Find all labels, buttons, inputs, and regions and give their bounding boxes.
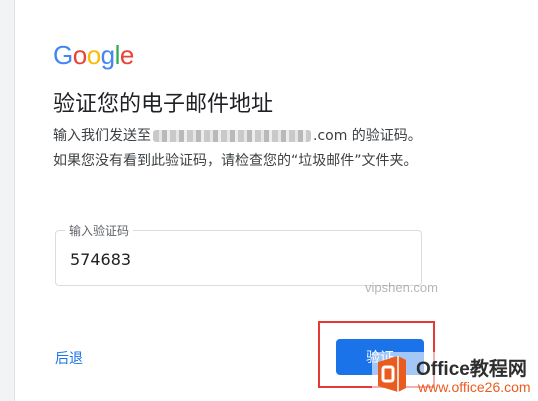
page-description: 输入我们发送至 .com 的验证码。如果您没有看到此验证码，请检查您的“垃圾邮件”… — [53, 124, 433, 174]
redacted-email — [153, 130, 311, 142]
watermark-overlay-text: vipshen.com — [365, 280, 438, 295]
office-logo-icon — [378, 356, 406, 392]
watermark-url: www.office26.com — [418, 379, 531, 395]
logo-letter: G — [53, 40, 73, 70]
verification-card: Google 验证您的电子邮件地址 输入我们发送至 .com 的验证码。如果您没有… — [14, 0, 538, 401]
watermark-brand: Office教程网 — [416, 359, 527, 380]
logo-letter: o — [86, 40, 101, 70]
logo-letter: g — [100, 40, 115, 70]
logo-letter: o — [72, 40, 87, 70]
description-prefix: 输入我们发送至 — [53, 128, 151, 144]
watermark: Office教程网 www.office26.com — [372, 352, 538, 400]
logo-letter: e — [119, 40, 134, 70]
verification-code-label: 输入验证码 — [65, 222, 134, 239]
verification-code-input[interactable] — [70, 247, 400, 271]
back-link[interactable]: 后退 — [55, 348, 83, 368]
google-logo: Google — [53, 40, 134, 72]
verification-code-field: 输入验证码 — [55, 222, 422, 286]
page-title: 验证您的电子邮件地址 — [53, 92, 274, 117]
